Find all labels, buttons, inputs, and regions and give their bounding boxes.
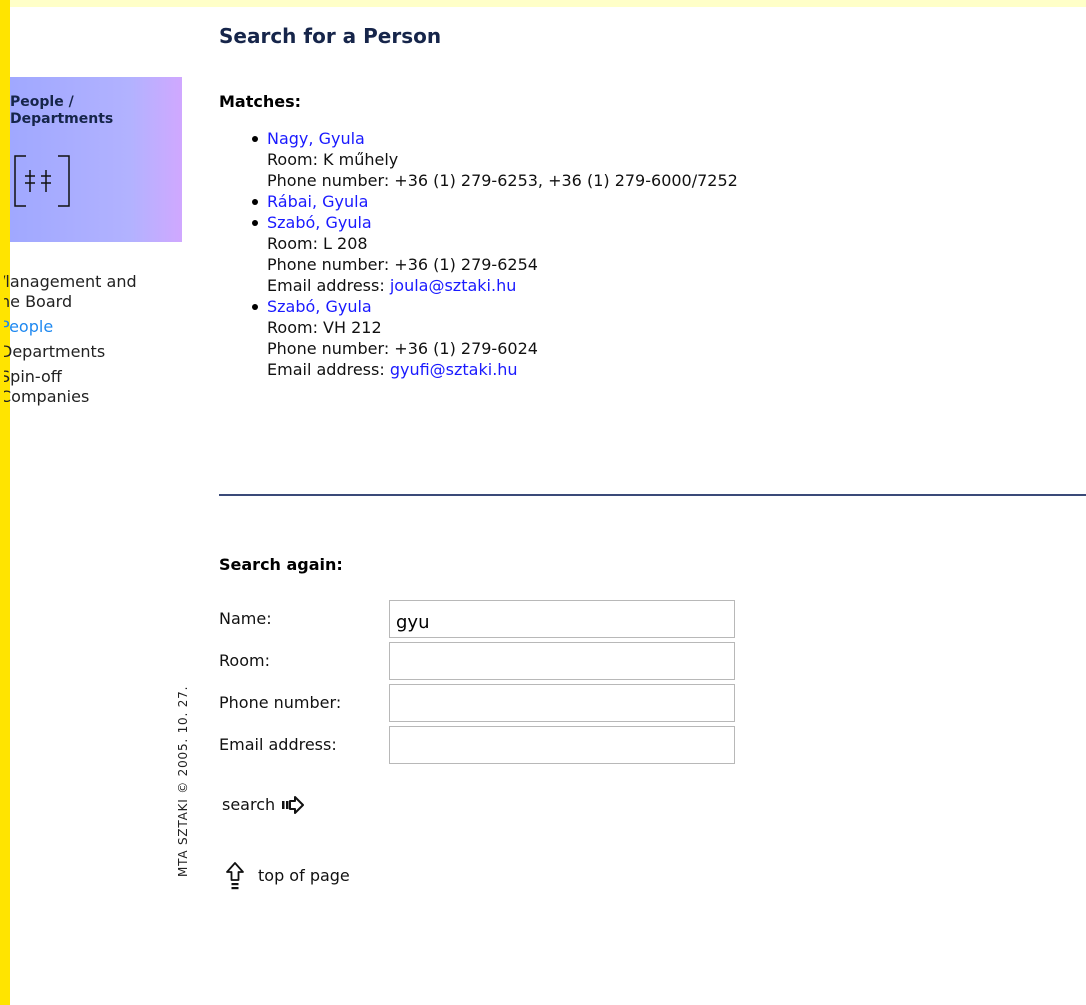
name-label: Name: <box>219 609 272 628</box>
divider <box>219 494 1086 496</box>
person-link[interactable]: Nagy, Gyula <box>267 129 365 148</box>
section-label: People / Departments <box>10 94 114 127</box>
list-item: Nagy, Gyula Room: K műhely Phone number:… <box>252 128 738 191</box>
email-link[interactable]: gyufi@sztaki.hu <box>390 360 518 379</box>
person-link[interactable]: Szabó, Gyula <box>267 213 372 232</box>
phone-label: Phone number: <box>219 693 342 712</box>
room-text: Room: VH 212 <box>267 318 382 337</box>
arrow-up-icon <box>226 862 244 890</box>
top-of-page-label: top of page <box>258 866 350 885</box>
email-label: Email address: <box>267 276 385 295</box>
phone-field[interactable] <box>389 684 735 722</box>
nav-management-board[interactable]: /lanagement and he Board <box>4 272 182 312</box>
person-link[interactable]: Rábai, Gyula <box>267 192 368 211</box>
footer-copyright: MTA SZTAKI © 2005. 10. 27. <box>176 685 190 877</box>
nav-spin-off-companies[interactable]: Spin-off Companies <box>4 367 182 407</box>
people-departments-icon <box>14 155 70 207</box>
email-field[interactable] <box>389 726 735 764</box>
room-text: Room: L 208 <box>267 234 368 253</box>
phone-text: Phone number: +36 (1) 279-6253, +36 (1) … <box>267 171 738 190</box>
left-accent-strip <box>0 0 10 1005</box>
arrow-right-icon <box>282 796 305 814</box>
list-item: Rábai, Gyula <box>252 191 738 212</box>
search-again-heading: Search again: <box>219 555 343 574</box>
room-text: Room: K műhely <box>267 150 399 169</box>
email-label: Email address: <box>267 360 385 379</box>
top-bar <box>0 0 1086 7</box>
phone-text: Phone number: +36 (1) 279-6254 <box>267 255 538 274</box>
room-field[interactable] <box>389 642 735 680</box>
side-nav: /lanagement and he Board People Departme… <box>4 272 182 412</box>
list-item: Szabó, Gyula Room: L 208 Phone number: +… <box>252 212 738 296</box>
email-link[interactable]: joula@sztaki.hu <box>390 276 517 295</box>
matches-heading: Matches: <box>219 92 302 111</box>
results-list: Nagy, Gyula Room: K műhely Phone number:… <box>252 128 738 380</box>
section-box: People / Departments <box>10 77 182 242</box>
person-link[interactable]: Szabó, Gyula <box>267 297 372 316</box>
email-label: Email address: <box>219 735 337 754</box>
search-label: search <box>222 795 276 814</box>
nav-departments[interactable]: Departments <box>4 342 182 362</box>
page-title: Search for a Person <box>219 24 442 48</box>
search-button[interactable]: search <box>222 795 305 814</box>
nav-people[interactable]: People <box>4 317 182 337</box>
list-item: Szabó, Gyula Room: VH 212 Phone number: … <box>252 296 738 380</box>
room-label: Room: <box>219 651 270 670</box>
name-field[interactable] <box>389 600 735 638</box>
top-of-page-link[interactable]: top of page <box>225 861 350 891</box>
phone-text: Phone number: +36 (1) 279-6024 <box>267 339 538 358</box>
